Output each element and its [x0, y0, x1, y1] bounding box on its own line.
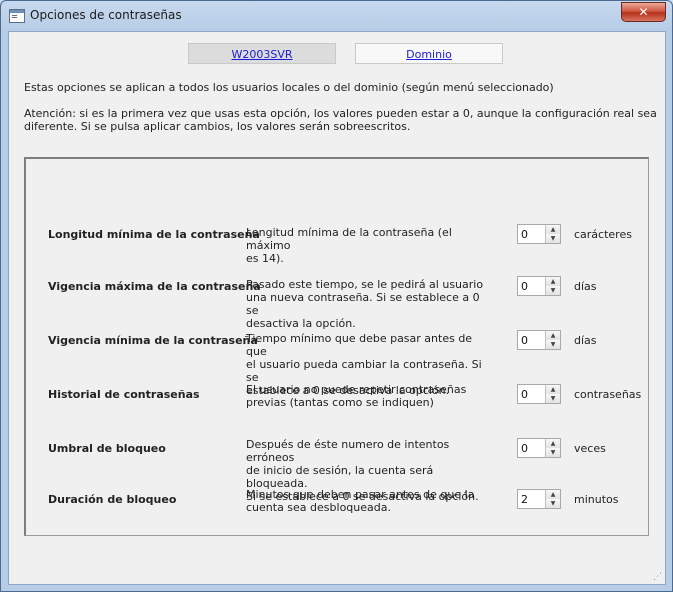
setting-unit: minutos: [574, 493, 619, 506]
setting-description: Longitud mínima de la contraseña (el máx…: [246, 226, 486, 265]
spinner-buttons: ▲ ▼: [545, 490, 560, 508]
spinner-value[interactable]: 0: [521, 334, 528, 347]
window-title: Opciones de contraseñas: [30, 8, 182, 22]
setting-unit: días: [574, 280, 597, 293]
spinner-down-arrow-icon[interactable]: ▼: [546, 499, 560, 508]
setting-label: Historial de contraseñas: [48, 388, 200, 401]
setting-label: Umbral de bloqueo: [48, 442, 166, 455]
setting-description: El usuario no puede repetir contraseñas …: [246, 383, 486, 409]
spinner-value[interactable]: 0: [521, 442, 528, 455]
resize-grip-icon[interactable]: ⋰: [653, 572, 663, 582]
description-line: Longitud mínima de la contraseña (el máx…: [246, 226, 452, 252]
window-app-icon: [9, 9, 25, 23]
spinner-buttons: ▲ ▼: [545, 225, 560, 243]
close-button[interactable]: ✕: [621, 2, 666, 22]
description-line: de inicio de sesión, la cuenta será bloq…: [246, 464, 434, 490]
setting-description: Pasado este tiempo, se le pedirá al usua…: [246, 278, 486, 330]
description-line: el usuario pueda cambiar la contraseña. …: [246, 358, 482, 384]
spinner-buttons: ▲ ▼: [545, 331, 560, 349]
lockout-threshold-spinner[interactable]: 0 ▲ ▼: [517, 438, 561, 458]
description-line: Pasado este tiempo, se le pedirá al usua…: [246, 278, 484, 291]
spinner-value[interactable]: 0: [521, 388, 528, 401]
setting-label: Longitud mínima de la contraseña: [48, 228, 260, 241]
spinner-value[interactable]: 0: [521, 228, 528, 241]
description-line: Después de éste numero de intentos errón…: [246, 438, 450, 464]
lockout-duration-spinner[interactable]: 2 ▲ ▼: [517, 489, 561, 509]
spinner-buttons: ▲ ▼: [545, 385, 560, 403]
warning-text-line-1: Atención: si es la primera vez que usas …: [24, 107, 657, 120]
description-line: una nueva contraseña. Si se establece a …: [246, 291, 480, 317]
description-line: Minutos que deben pasar antes de que la: [246, 488, 475, 501]
description-line: es 14).: [246, 252, 284, 265]
description-line: El usuario no puede repetir contraseñas: [246, 383, 467, 396]
setting-label: Duración de bloqueo: [48, 493, 177, 506]
description-line: cuenta sea desbloqueada.: [246, 501, 391, 514]
spinner-down-arrow-icon[interactable]: ▼: [546, 448, 560, 457]
warning-text-line-2: diferente. Si se pulsa aplicar cambios, …: [24, 120, 411, 133]
spinner-value[interactable]: 0: [521, 280, 528, 293]
tab-w2003svr[interactable]: W2003SVR: [188, 43, 336, 64]
min-length-spinner[interactable]: 0 ▲ ▼: [517, 224, 561, 244]
tab-dominio[interactable]: Dominio: [355, 43, 503, 64]
setting-label: Vigencia máxima de la contraseña: [48, 280, 261, 293]
spinner-down-arrow-icon[interactable]: ▼: [546, 340, 560, 349]
spinner-down-arrow-icon[interactable]: ▼: [546, 394, 560, 403]
title-bar[interactable]: Opciones de contraseñas ✕: [1, 1, 672, 31]
password-options-window: Opciones de contraseñas ✕ W2003SVR Domin…: [0, 0, 673, 592]
settings-panel: Longitud mínima de la contraseña Longitu…: [24, 157, 649, 536]
setting-unit: carácteres: [574, 228, 632, 241]
setting-unit: contraseñas: [574, 388, 642, 401]
setting-unit: días: [574, 334, 597, 347]
history-spinner[interactable]: 0 ▲ ▼: [517, 384, 561, 404]
scope-info-text: Estas opciones se aplican a todos los us…: [24, 81, 554, 94]
max-age-spinner[interactable]: 0 ▲ ▼: [517, 276, 561, 296]
setting-description: Minutos que deben pasar antes de que la …: [246, 488, 486, 514]
description-line: desactiva la opción.: [246, 317, 356, 330]
spinner-value[interactable]: 2: [521, 493, 528, 506]
spinner-down-arrow-icon[interactable]: ▼: [546, 286, 560, 295]
spinner-buttons: ▲ ▼: [545, 277, 560, 295]
setting-label: Vigencia mínima de la contraseña: [48, 334, 258, 347]
setting-unit: veces: [574, 442, 606, 455]
min-age-spinner[interactable]: 0 ▲ ▼: [517, 330, 561, 350]
spinner-down-arrow-icon[interactable]: ▼: [546, 234, 560, 243]
spinner-buttons: ▲ ▼: [545, 439, 560, 457]
dialog-client-area: W2003SVR Dominio Estas opciones se aplic…: [8, 31, 666, 585]
description-line: previas (tantas como se indiquen): [246, 396, 434, 409]
description-line: Tiempo mínimo que debe pasar antes de qu…: [246, 332, 473, 358]
